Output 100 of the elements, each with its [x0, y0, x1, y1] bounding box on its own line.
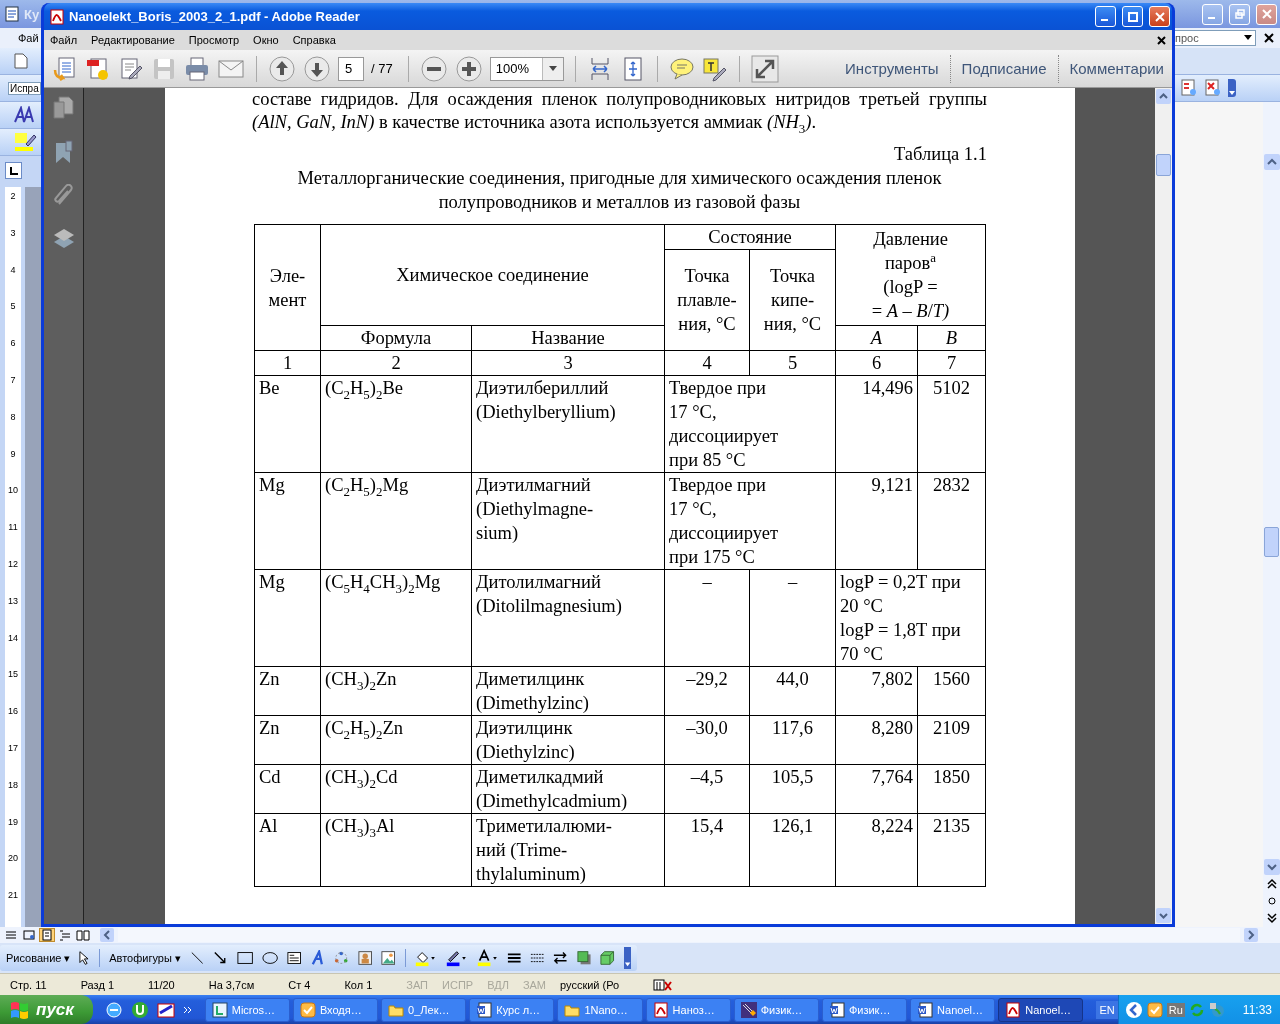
expand-icon[interactable]	[750, 54, 779, 83]
new-document-icon[interactable]	[14, 53, 28, 69]
cube-icon[interactable]	[600, 950, 615, 966]
taskbar-button[interactable]: Курс л…	[469, 997, 555, 1022]
clip-art-icon[interactable]	[357, 950, 373, 966]
ruler-number: 21	[8, 890, 18, 903]
autoshapes-menu[interactable]: Автофигуры ▾	[109, 951, 181, 965]
pointer-icon[interactable]	[79, 950, 91, 966]
menu-item[interactable]: Справка	[292, 34, 336, 46]
print-layout-icon[interactable]	[40, 929, 54, 941]
zoom-in-button[interactable]	[454, 54, 483, 83]
dash-style-icon[interactable]	[530, 951, 545, 965]
show-hidden-icons-button[interactable]	[1124, 1000, 1143, 1019]
diagram-icon[interactable]	[334, 950, 349, 966]
font-color-icon[interactable]	[475, 949, 498, 967]
taskbar-button[interactable]: Физик…	[821, 997, 908, 1022]
close-icon[interactable]	[1264, 33, 1274, 43]
language-indicator[interactable]: EN	[1096, 1000, 1118, 1019]
ruler-number: 14	[8, 632, 18, 645]
wordart-icon[interactable]	[310, 950, 326, 966]
fill-color-icon[interactable]	[414, 949, 437, 967]
edit-document-icon[interactable]	[118, 55, 144, 82]
web-view-icon[interactable]	[22, 929, 36, 941]
mail-tray-icon[interactable]	[1146, 1001, 1163, 1018]
taskbar-button[interactable]: Nanoel…	[910, 997, 996, 1022]
keyboard-language-indicator[interactable]: Ru	[1166, 1002, 1185, 1017]
highlighter-icon[interactable]	[14, 132, 38, 152]
styles-icon[interactable]	[14, 106, 36, 124]
close-icon[interactable]	[1157, 35, 1166, 45]
document-icon	[917, 1001, 934, 1018]
taskbar-button[interactable]: Входя…	[292, 997, 379, 1022]
next-page-button[interactable]	[303, 54, 331, 83]
arrow-icon[interactable]	[213, 950, 228, 966]
panel-link[interactable]: Подписание	[961, 60, 1047, 77]
search-field[interactable]: прос	[1172, 30, 1256, 46]
minimize-button[interactable]	[1095, 6, 1116, 27]
menu-item[interactable]: Окно	[253, 34, 279, 46]
table-cell: (C$_{2}$H$_{5}$)$_{2}$Mg	[320, 472, 472, 570]
menu-item[interactable]: Просмотр	[188, 34, 240, 46]
torrent-icon[interactable]	[130, 1000, 149, 1019]
table-cell: Zn	[254, 666, 321, 716]
normal-view-icon[interactable]	[4, 929, 18, 941]
panel-link[interactable]: Комментарии	[1069, 60, 1164, 77]
taskbar-button[interactable]: 0_Лек…	[381, 997, 467, 1022]
document-cross-icon[interactable]	[1204, 79, 1222, 97]
zoom-dropdown[interactable]: 100%	[489, 56, 564, 81]
rectangle-icon[interactable]	[236, 951, 254, 965]
window-title: Nanoelekt_Boris_2003_2_1.pdf - Adobe Reader	[69, 9, 360, 24]
shadow-icon[interactable]	[576, 950, 592, 966]
menu-item[interactable]: Редактирование	[91, 34, 175, 46]
document-check-icon[interactable]	[1180, 79, 1198, 97]
pdf-badge-icon[interactable]	[85, 55, 111, 82]
pages-icon[interactable]	[52, 96, 75, 120]
reading-view-icon[interactable]	[76, 929, 90, 941]
line-color-icon[interactable]	[445, 949, 467, 967]
line-icon[interactable]	[189, 950, 205, 966]
print-icon[interactable]	[184, 55, 210, 82]
toolbar-options-icon[interactable]	[1228, 79, 1236, 97]
bookmark-icon[interactable]	[53, 140, 74, 164]
panel-link[interactable]: Инструменты	[845, 60, 939, 77]
style-field[interactable]: Испра	[8, 81, 41, 95]
zoom-out-button[interactable]	[419, 54, 448, 83]
table-cell: (CH$_{3}$)$_{2}$Cd	[320, 764, 472, 814]
ruler-number: 13	[8, 595, 18, 608]
start-button[interactable]: пуск	[0, 995, 93, 1024]
outline-view-icon[interactable]	[58, 929, 72, 941]
text-highlight-icon[interactable]	[701, 55, 728, 82]
picture-icon[interactable]	[381, 950, 396, 966]
tab-selector-button[interactable]	[5, 162, 22, 179]
page-number-field[interactable]: 5	[338, 56, 364, 81]
arrow-style-icon[interactable]	[553, 950, 568, 966]
browser-icon[interactable]	[104, 1000, 123, 1019]
vertical-scrollbar[interactable]	[1155, 88, 1172, 924]
taskbar-button[interactable]: Наноз…	[645, 997, 731, 1022]
menu-item[interactable]: Файл	[50, 34, 78, 46]
table-header-cell: A	[835, 325, 918, 351]
ruler-number: 4	[10, 264, 16, 277]
vertical-scrollbar[interactable]	[1263, 102, 1280, 927]
table-header-cell: Состояние	[664, 224, 836, 250]
close-button[interactable]	[1256, 3, 1277, 25]
comment-icon[interactable]	[668, 56, 695, 81]
scrollbar-thumb[interactable]	[1156, 154, 1171, 176]
horizontal-scrollbar[interactable]	[0, 927, 1280, 943]
table-cell: Диэтилцинк (Diethylzinc)	[471, 715, 665, 765]
close-button[interactable]	[1149, 6, 1170, 27]
taskbar-button[interactable]: Nanoel…	[998, 997, 1084, 1022]
oval-icon[interactable]	[262, 951, 279, 965]
line-style-icon[interactable]	[506, 951, 521, 965]
toolbar-options-icon[interactable]	[623, 947, 632, 969]
scrollbar-thumb[interactable]	[1264, 527, 1279, 557]
taskbar-button[interactable]: Micros…	[204, 997, 290, 1022]
more-chevron-icon[interactable]	[182, 1005, 193, 1014]
taskbar-button[interactable]: Физик…	[733, 997, 819, 1022]
taskbar-button[interactable]: 1Nano…	[557, 997, 643, 1022]
drawing-menu[interactable]: Рисование ▾	[6, 951, 71, 965]
previous-page-button[interactable]	[268, 54, 296, 83]
maximize-button[interactable]	[1122, 6, 1143, 27]
spelling-status-icon[interactable]	[653, 977, 674, 992]
text-box-icon[interactable]	[287, 951, 302, 965]
calendar-icon[interactable]	[156, 1000, 175, 1019]
